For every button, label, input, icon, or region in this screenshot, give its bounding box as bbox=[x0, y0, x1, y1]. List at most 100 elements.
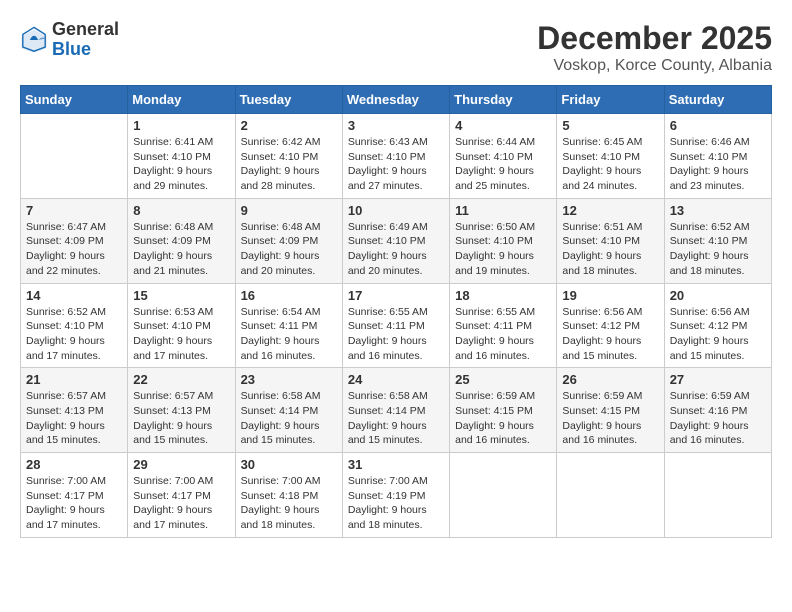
day-number: 16 bbox=[241, 288, 337, 303]
cell-info: Sunrise: 6:51 AMSunset: 4:10 PMDaylight:… bbox=[562, 220, 658, 279]
cell-info: Sunrise: 6:55 AMSunset: 4:11 PMDaylight:… bbox=[455, 305, 551, 364]
calendar-week-row: 1Sunrise: 6:41 AMSunset: 4:10 PMDaylight… bbox=[21, 114, 772, 199]
cell-info: Sunrise: 6:59 AMSunset: 4:15 PMDaylight:… bbox=[562, 389, 658, 448]
calendar-cell: 30 Sunrise: 7:00 AMSunset: 4:18 PMDayligh… bbox=[235, 453, 342, 538]
day-number: 25 bbox=[455, 372, 551, 387]
calendar-week-row: 21 Sunrise: 6:57 AMSunset: 4:13 PMDayligh… bbox=[21, 368, 772, 453]
day-number: 4 bbox=[455, 118, 551, 133]
cell-info: Sunrise: 6:44 AMSunset: 4:10 PMDaylight:… bbox=[455, 135, 551, 194]
weekday-header-monday: Monday bbox=[128, 86, 235, 114]
calendar-cell: 13 Sunrise: 6:52 AMSunset: 4:10 PMDayligh… bbox=[664, 198, 771, 283]
calendar-cell: 16Sunrise: 6:54 AMSunset: 4:11 PMDayligh… bbox=[235, 283, 342, 368]
cell-info: Sunrise: 7:00 AMSunset: 4:17 PMDaylight:… bbox=[26, 474, 122, 533]
day-number: 10 bbox=[348, 203, 444, 218]
cell-info: Sunrise: 6:56 AMSunset: 4:12 PMDaylight:… bbox=[562, 305, 658, 364]
day-number: 9 bbox=[241, 203, 337, 218]
cell-info: Sunrise: 6:52 AMSunset: 4:10 PMDaylight:… bbox=[670, 220, 766, 279]
day-number: 20 bbox=[670, 288, 766, 303]
title-section: December 2025 Voskop, Korce County, Alba… bbox=[537, 20, 772, 75]
calendar-cell: 3 Sunrise: 6:43 AMSunset: 4:10 PMDaylight… bbox=[342, 114, 449, 199]
month-title: December 2025 bbox=[537, 20, 772, 57]
calendar-table: SundayMondayTuesdayWednesdayThursdayFrid… bbox=[20, 85, 772, 538]
calendar-cell: 6 Sunrise: 6:46 AMSunset: 4:10 PMDaylight… bbox=[664, 114, 771, 199]
cell-info: Sunrise: 7:00 AMSunset: 4:19 PMDaylight:… bbox=[348, 474, 444, 533]
logo-icon bbox=[20, 26, 48, 54]
cell-info: Sunrise: 6:56 AMSunset: 4:12 PMDaylight:… bbox=[670, 305, 766, 364]
calendar-cell bbox=[557, 453, 664, 538]
weekday-header-sunday: Sunday bbox=[21, 86, 128, 114]
day-number: 29 bbox=[133, 457, 229, 472]
calendar-cell: 8 Sunrise: 6:48 AMSunset: 4:09 PMDaylight… bbox=[128, 198, 235, 283]
cell-info: Sunrise: 6:47 AMSunset: 4:09 PMDaylight:… bbox=[26, 220, 122, 279]
calendar-cell: 5Sunrise: 6:45 AMSunset: 4:10 PMDaylight… bbox=[557, 114, 664, 199]
cell-info: Sunrise: 6:59 AMSunset: 4:15 PMDaylight:… bbox=[455, 389, 551, 448]
cell-info: Sunrise: 6:52 AMSunset: 4:10 PMDaylight:… bbox=[26, 305, 122, 364]
day-number: 6 bbox=[670, 118, 766, 133]
day-number: 22 bbox=[133, 372, 229, 387]
cell-info: Sunrise: 6:49 AMSunset: 4:10 PMDaylight:… bbox=[348, 220, 444, 279]
cell-info: Sunrise: 6:58 AMSunset: 4:14 PMDaylight:… bbox=[241, 389, 337, 448]
calendar-cell: 31 Sunrise: 7:00 AMSunset: 4:19 PMDayligh… bbox=[342, 453, 449, 538]
day-number: 18 bbox=[455, 288, 551, 303]
weekday-header-row: SundayMondayTuesdayWednesdayThursdayFrid… bbox=[21, 86, 772, 114]
cell-info: Sunrise: 6:41 AMSunset: 4:10 PMDaylight:… bbox=[133, 135, 229, 194]
calendar-cell: 27 Sunrise: 6:59 AMSunset: 4:16 PMDayligh… bbox=[664, 368, 771, 453]
calendar-cell: 2Sunrise: 6:42 AMSunset: 4:10 PMDaylight… bbox=[235, 114, 342, 199]
weekday-header-wednesday: Wednesday bbox=[342, 86, 449, 114]
calendar-cell: 20 Sunrise: 6:56 AMSunset: 4:12 PMDayligh… bbox=[664, 283, 771, 368]
day-number: 14 bbox=[26, 288, 122, 303]
day-number: 24 bbox=[348, 372, 444, 387]
calendar-cell: 29 Sunrise: 7:00 AMSunset: 4:17 PMDayligh… bbox=[128, 453, 235, 538]
day-number: 12 bbox=[562, 203, 658, 218]
cell-info: Sunrise: 6:57 AMSunset: 4:13 PMDaylight:… bbox=[26, 389, 122, 448]
calendar-week-row: 14 Sunrise: 6:52 AMSunset: 4:10 PMDayligh… bbox=[21, 283, 772, 368]
calendar-cell: 28Sunrise: 7:00 AMSunset: 4:17 PMDayligh… bbox=[21, 453, 128, 538]
day-number: 13 bbox=[670, 203, 766, 218]
day-number: 3 bbox=[348, 118, 444, 133]
day-number: 8 bbox=[133, 203, 229, 218]
calendar-cell: 14 Sunrise: 6:52 AMSunset: 4:10 PMDayligh… bbox=[21, 283, 128, 368]
calendar-cell: 9 Sunrise: 6:48 AMSunset: 4:09 PMDaylight… bbox=[235, 198, 342, 283]
day-number: 19 bbox=[562, 288, 658, 303]
calendar-cell: 4 Sunrise: 6:44 AMSunset: 4:10 PMDaylight… bbox=[450, 114, 557, 199]
weekday-header-saturday: Saturday bbox=[664, 86, 771, 114]
calendar-cell: 7Sunrise: 6:47 AMSunset: 4:09 PMDaylight… bbox=[21, 198, 128, 283]
calendar-cell: 11 Sunrise: 6:50 AMSunset: 4:10 PMDayligh… bbox=[450, 198, 557, 283]
logo-blue-text: Blue bbox=[52, 39, 91, 59]
calendar-cell bbox=[450, 453, 557, 538]
cell-info: Sunrise: 6:58 AMSunset: 4:14 PMDaylight:… bbox=[348, 389, 444, 448]
cell-info: Sunrise: 6:42 AMSunset: 4:10 PMDaylight:… bbox=[241, 135, 337, 194]
calendar-cell: 21 Sunrise: 6:57 AMSunset: 4:13 PMDayligh… bbox=[21, 368, 128, 453]
calendar-cell: 1Sunrise: 6:41 AMSunset: 4:10 PMDaylight… bbox=[128, 114, 235, 199]
day-number: 31 bbox=[348, 457, 444, 472]
cell-info: Sunrise: 7:00 AMSunset: 4:18 PMDaylight:… bbox=[241, 474, 337, 533]
calendar-cell: 22Sunrise: 6:57 AMSunset: 4:13 PMDayligh… bbox=[128, 368, 235, 453]
calendar-cell: 23Sunrise: 6:58 AMSunset: 4:14 PMDayligh… bbox=[235, 368, 342, 453]
cell-info: Sunrise: 6:43 AMSunset: 4:10 PMDaylight:… bbox=[348, 135, 444, 194]
calendar-cell: 24 Sunrise: 6:58 AMSunset: 4:14 PMDayligh… bbox=[342, 368, 449, 453]
day-number: 21 bbox=[26, 372, 122, 387]
day-number: 27 bbox=[670, 372, 766, 387]
cell-info: Sunrise: 6:48 AMSunset: 4:09 PMDaylight:… bbox=[133, 220, 229, 279]
weekday-header-tuesday: Tuesday bbox=[235, 86, 342, 114]
day-number: 30 bbox=[241, 457, 337, 472]
cell-info: Sunrise: 7:00 AMSunset: 4:17 PMDaylight:… bbox=[133, 474, 229, 533]
day-number: 26 bbox=[562, 372, 658, 387]
day-number: 5 bbox=[562, 118, 658, 133]
calendar-cell bbox=[21, 114, 128, 199]
weekday-header-thursday: Thursday bbox=[450, 86, 557, 114]
day-number: 11 bbox=[455, 203, 551, 218]
calendar-week-row: 7Sunrise: 6:47 AMSunset: 4:09 PMDaylight… bbox=[21, 198, 772, 283]
cell-info: Sunrise: 6:59 AMSunset: 4:16 PMDaylight:… bbox=[670, 389, 766, 448]
calendar-cell: 25 Sunrise: 6:59 AMSunset: 4:15 PMDayligh… bbox=[450, 368, 557, 453]
cell-info: Sunrise: 6:48 AMSunset: 4:09 PMDaylight:… bbox=[241, 220, 337, 279]
page-header: General Blue December 2025 Voskop, Korce… bbox=[20, 20, 772, 75]
calendar-cell bbox=[664, 453, 771, 538]
calendar-cell: 26 Sunrise: 6:59 AMSunset: 4:15 PMDayligh… bbox=[557, 368, 664, 453]
cell-info: Sunrise: 6:50 AMSunset: 4:10 PMDaylight:… bbox=[455, 220, 551, 279]
calendar-cell: 18 Sunrise: 6:55 AMSunset: 4:11 PMDayligh… bbox=[450, 283, 557, 368]
calendar-cell: 15Sunrise: 6:53 AMSunset: 4:10 PMDayligh… bbox=[128, 283, 235, 368]
cell-info: Sunrise: 6:46 AMSunset: 4:10 PMDaylight:… bbox=[670, 135, 766, 194]
calendar-cell: 17Sunrise: 6:55 AMSunset: 4:11 PMDayligh… bbox=[342, 283, 449, 368]
calendar-cell: 19 Sunrise: 6:56 AMSunset: 4:12 PMDayligh… bbox=[557, 283, 664, 368]
